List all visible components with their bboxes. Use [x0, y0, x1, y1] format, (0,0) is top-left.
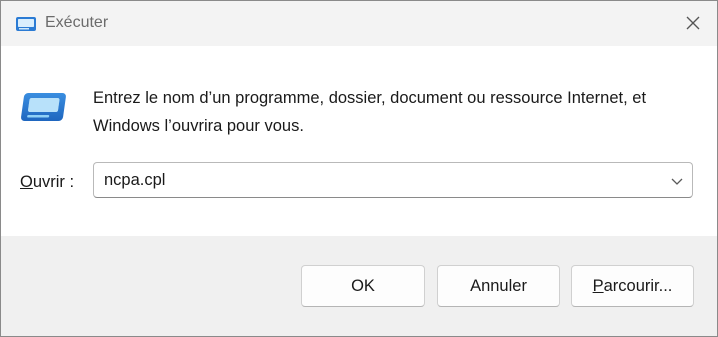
ok-button[interactable]: OK [301, 265, 425, 307]
browse-button-accelerator: P [592, 276, 604, 295]
dialog-content: Entrez le nom d’un programme, dossier, d… [1, 46, 717, 236]
close-icon [686, 16, 700, 30]
run-icon [16, 17, 36, 31]
open-label-text: uvrir : [32, 173, 75, 191]
chevron-down-icon[interactable] [670, 174, 684, 188]
dialog-description: Entrez le nom d’un programme, dossier, d… [93, 89, 647, 135]
button-bar: OK Annuler Parcourir... [1, 236, 717, 336]
browse-button[interactable]: Parcourir... [571, 265, 694, 307]
run-dialog: Exécuter Entrez le nom d’un programme, d… [0, 0, 718, 337]
title-bar[interactable]: Exécuter [1, 1, 717, 46]
run-icon [21, 93, 66, 121]
open-input[interactable]: ncpa.cpl [104, 170, 165, 190]
ok-button-label: OK [351, 276, 375, 295]
browse-button-label: arcourir... [603, 276, 673, 295]
close-button[interactable] [675, 7, 711, 39]
open-combobox[interactable]: ncpa.cpl [93, 162, 693, 198]
cancel-button[interactable]: Annuler [437, 265, 560, 307]
open-label-accelerator: O [20, 173, 33, 191]
cancel-button-label: Annuler [470, 276, 527, 295]
window-title: Exécuter [45, 14, 109, 31]
open-label: Ouvrir : [20, 171, 74, 193]
